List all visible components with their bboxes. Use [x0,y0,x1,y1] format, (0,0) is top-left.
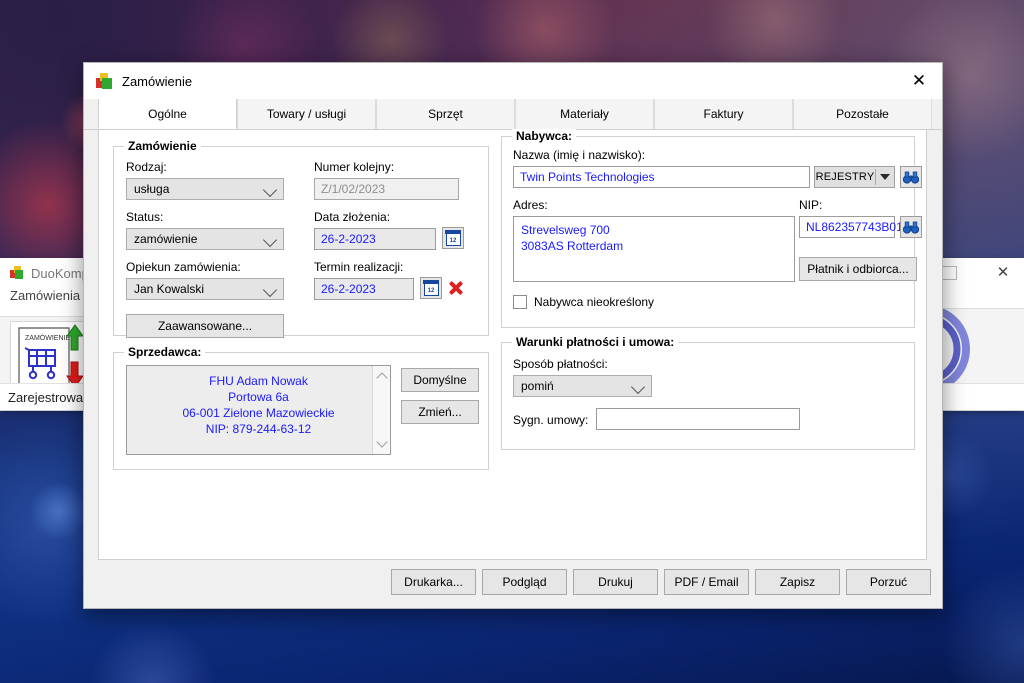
advanced-button[interactable]: Zaawansowane... [126,314,284,338]
payment-group-title: Warunki płatności i umowa: [512,335,679,349]
save-button[interactable]: Zapisz [755,569,840,595]
buyer-undefined-checkbox[interactable] [513,295,527,309]
tab-ogolne[interactable]: Ogólne [98,99,237,129]
calendar-day: 12 [449,237,457,244]
svg-text:ZAMÓWIENIE: ZAMÓWIENIE [25,333,70,342]
tab-bar[interactable]: Ogólne Towary / usługi Sprzęt Materiały … [84,99,942,130]
payment-method-value: pomiń [521,379,554,393]
registry-split-button[interactable]: REJESTRY [814,166,895,188]
buyer-name-label: Nazwa (imię i nazwisko): [513,148,646,162]
seller-default-button[interactable]: Domyślne [401,368,479,392]
order-group-title: Zamówienie [124,139,201,153]
scroll-up-icon[interactable] [373,368,390,385]
numer-kolejny-label: Numer kolejny: [314,160,395,174]
order-group: Zamówienie Rodzaj: usługa Status: zamówi… [113,139,489,338]
rodzaj-label: Rodzaj: [126,160,167,174]
calendar-icon[interactable]: 12 [420,277,442,299]
buyer-nip-input[interactable]: NL862357743B01 [799,216,903,238]
chevron-down-icon [262,182,278,198]
dialog-title: Zamówienie [122,73,193,89]
wallpaper-bokeh [30,482,88,540]
buyer-name-input[interactable]: Twin Points Technologies [513,166,810,188]
cubes-icon [96,72,113,90]
seller-line: FHU Adam Nowak [209,374,308,388]
close-icon[interactable]: ✕ [995,264,1011,280]
payer-receiver-button[interactable]: Płatnik i odbiorca... [799,257,917,281]
registry-button-label: REJESTRY [815,171,875,183]
wallpaper-bokeh [88,620,218,683]
payment-method-label: Sposób płatności: [513,357,608,371]
status-value: zamówienie [134,232,198,246]
seller-line: NIP: 879-244-63-12 [205,422,312,436]
background-window-title: DuoKomp [31,265,89,281]
calendar-icon[interactable]: 12 [442,227,464,249]
background-window-right-body: ? [931,308,1024,384]
tab-sprzet[interactable]: Sprzęt [376,99,515,129]
termin-realizacji-label: Termin realizacji: [314,260,404,274]
seller-group: Sprzedawca: FHU Adam Nowak Portowa 6a 06… [113,345,489,470]
background-window-subtitle: Zamówienia [0,288,96,303]
tab-materialy[interactable]: Materiały [515,99,654,129]
numer-kolejny-input[interactable]: Z/1/02/2023 [314,178,459,200]
red-x-icon[interactable] [447,279,465,297]
buyer-address-line: 3083AS Rotterdam [521,239,624,253]
seller-line: Portowa 6a [228,390,289,404]
buyer-undefined-label: Nabywca nieokreślony [534,295,655,309]
seller-group-title: Sprzedawca: [124,345,206,359]
status-select[interactable]: zamówienie [126,228,284,250]
wallpaper-bokeh [940,560,1024,683]
status-label: Status: [126,210,164,224]
tab-panel-ogolne: Zamówienie Rodzaj: usługa Status: zamówi… [98,129,927,560]
background-window-titlebar: DuoKomp [0,258,96,288]
binoculars-icon[interactable] [900,166,922,188]
chevron-down-icon [630,379,646,395]
close-icon[interactable]: ✕ [896,63,942,99]
chevron-down-icon [262,282,278,298]
buyer-address-label: Adres: [513,198,548,212]
background-window-right-footer [931,383,1024,410]
binoculars-icon[interactable] [900,216,922,238]
buyer-address-box[interactable]: Strevelsweg 700 3083AS Rotterdam [513,216,795,282]
opiekun-select[interactable]: Jan Kowalski [126,278,284,300]
contract-signature-label: Sygn. umowy: [513,413,589,427]
chevron-down-icon [262,232,278,248]
data-zlozenia-input[interactable]: 26-2-2023 [314,228,436,250]
buyer-group: Nabywca: Nazwa (imię i nazwisko): Twin P… [501,129,922,328]
opiekun-label: Opiekun zamówienia: [126,260,241,274]
print-button[interactable]: Drukuj [573,569,658,595]
preview-button[interactable]: Podgląd [482,569,567,595]
contract-signature-input[interactable] [596,408,800,430]
payment-group: Warunki płatności i umowa: Sposób płatno… [501,335,915,450]
rodzaj-value: usługa [134,182,170,196]
background-window-right-titlebar: ✕ [931,258,1024,288]
calendar-day: 12 [427,287,435,294]
seller-scrollbar[interactable] [372,366,390,454]
seller-change-button[interactable]: Zmień... [401,400,479,424]
scroll-down-icon[interactable] [373,435,390,452]
discard-button[interactable]: Porzuć [846,569,931,595]
buyer-address-line: Strevelsweg 700 [521,223,610,237]
buyer-group-title: Nabywca: [512,129,577,143]
printer-button[interactable]: Drukarka... [391,569,476,595]
payment-method-select[interactable]: pomiń [513,375,652,397]
opiekun-value: Jan Kowalski [134,282,205,296]
tab-pozostale[interactable]: Pozostałe [793,99,932,129]
background-window-right[interactable]: ✕ ? [930,258,1024,411]
seller-address-box[interactable]: FHU Adam Nowak Portowa 6a 06-001 Zielone… [126,365,391,455]
buyer-nip-label: NIP: [799,198,823,212]
dialog-footer: Drukarka... Podgląd Drukuj PDF / Email Z… [84,560,942,608]
termin-realizacji-input[interactable]: 26-2-2023 [314,278,414,300]
seller-line: 06-001 Zielone Mazowieckie [182,406,335,420]
chevron-down-icon[interactable] [876,174,894,180]
pdf-email-button[interactable]: PDF / Email [664,569,749,595]
buyer-undefined-checkbox-row[interactable]: Nabywca nieokreślony [513,295,654,309]
tab-towary-uslugi[interactable]: Towary / usługi [237,99,376,129]
dialog-titlebar[interactable]: Zamówienie ✕ [84,63,942,99]
order-dialog: Zamówienie ✕ Ogólne Towary / usługi Sprz… [83,62,943,609]
cubes-icon [10,265,25,281]
rodzaj-select[interactable]: usługa [126,178,284,200]
tab-faktury[interactable]: Faktury [654,99,793,129]
data-zlozenia-label: Data złożenia: [314,210,391,224]
